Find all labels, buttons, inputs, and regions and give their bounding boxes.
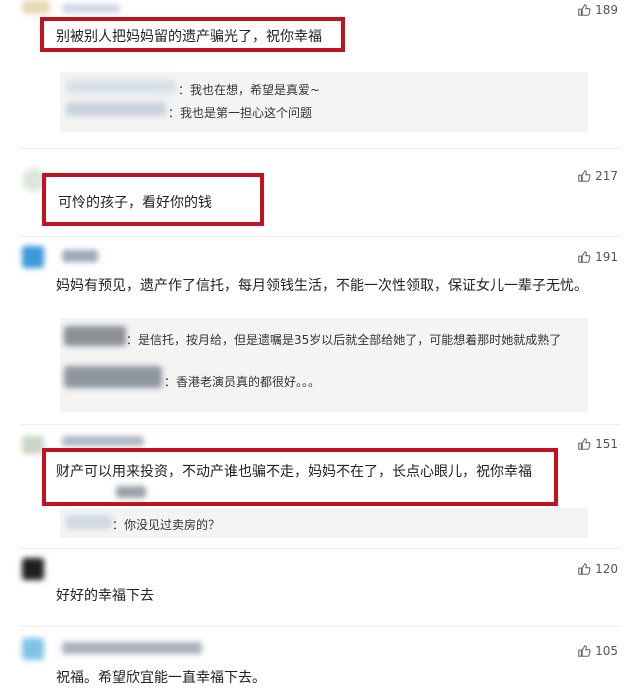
thumbs-up-icon	[578, 645, 591, 657]
like-button[interactable]: 191	[577, 250, 618, 264]
username[interactable]	[62, 436, 144, 446]
like-count: 189	[595, 3, 618, 17]
divider	[20, 424, 620, 425]
reply-username[interactable]	[66, 515, 112, 529]
avatar[interactable]	[22, 638, 44, 660]
avatar[interactable]	[22, 558, 44, 580]
thumbs-up-icon	[578, 438, 591, 450]
reply-text: ：我也在想，希望是真爱~	[178, 83, 321, 97]
divider	[20, 548, 620, 549]
like-count: 217	[595, 169, 618, 183]
divider	[20, 626, 620, 627]
comment-text: 财产可以用来投资，不动产谁也骗不走，妈妈不在了，长点心眼儿，祝你幸福	[56, 464, 532, 480]
like-button[interactable]: 120	[577, 562, 618, 576]
username[interactable]	[62, 642, 202, 654]
comment-text: 好好的幸福下去	[56, 588, 154, 604]
comment-text: 祝福。希望欣宜能一直幸福下去。	[56, 670, 266, 686]
avatar[interactable]	[22, 246, 44, 268]
reply-username[interactable]	[66, 80, 176, 94]
avatar[interactable]	[22, 0, 50, 14]
like-count: 120	[595, 562, 618, 576]
divider	[20, 236, 620, 237]
comment-text: 别被别人把妈妈留的遗产骗光了，祝你幸福	[56, 29, 322, 45]
like-button[interactable]: 105	[577, 644, 618, 658]
thumbs-up-icon	[578, 170, 591, 182]
divider	[20, 148, 620, 149]
reply-username[interactable]	[66, 102, 166, 116]
reply-text: ：是信托，按月给，但是遗嘱是35岁以后就全部给她了，可能想着那时她就成熟了	[126, 333, 562, 347]
thumbs-up-icon	[578, 563, 591, 575]
thumbs-up-icon	[578, 4, 591, 16]
avatar[interactable]	[22, 436, 44, 454]
comment-text: 可怜的孩子，看好你的钱	[58, 195, 212, 211]
reply-username[interactable]	[64, 326, 126, 346]
reply-text: ：你没见过卖房的？	[112, 518, 221, 532]
like-button[interactable]: 217	[577, 169, 618, 183]
reply-text: ：香港老演员真的都很好。。。	[164, 375, 321, 389]
username[interactable]	[62, 4, 120, 13]
username[interactable]	[62, 250, 98, 262]
like-count: 105	[595, 644, 618, 658]
reply-username[interactable]	[116, 486, 146, 498]
like-button[interactable]: 151	[577, 437, 618, 451]
comment-text: 妈妈有预见，遗产作了信托，每月领钱生活，不能一次性领取，保证女儿一辈子无忧。	[56, 278, 588, 294]
reply-username[interactable]	[64, 366, 162, 388]
reply-text: ：我也是第一担心这个问题	[168, 106, 313, 120]
like-button[interactable]: 189	[577, 3, 618, 17]
thumbs-up-icon	[578, 251, 591, 263]
like-count: 151	[595, 437, 618, 451]
like-count: 191	[595, 250, 618, 264]
